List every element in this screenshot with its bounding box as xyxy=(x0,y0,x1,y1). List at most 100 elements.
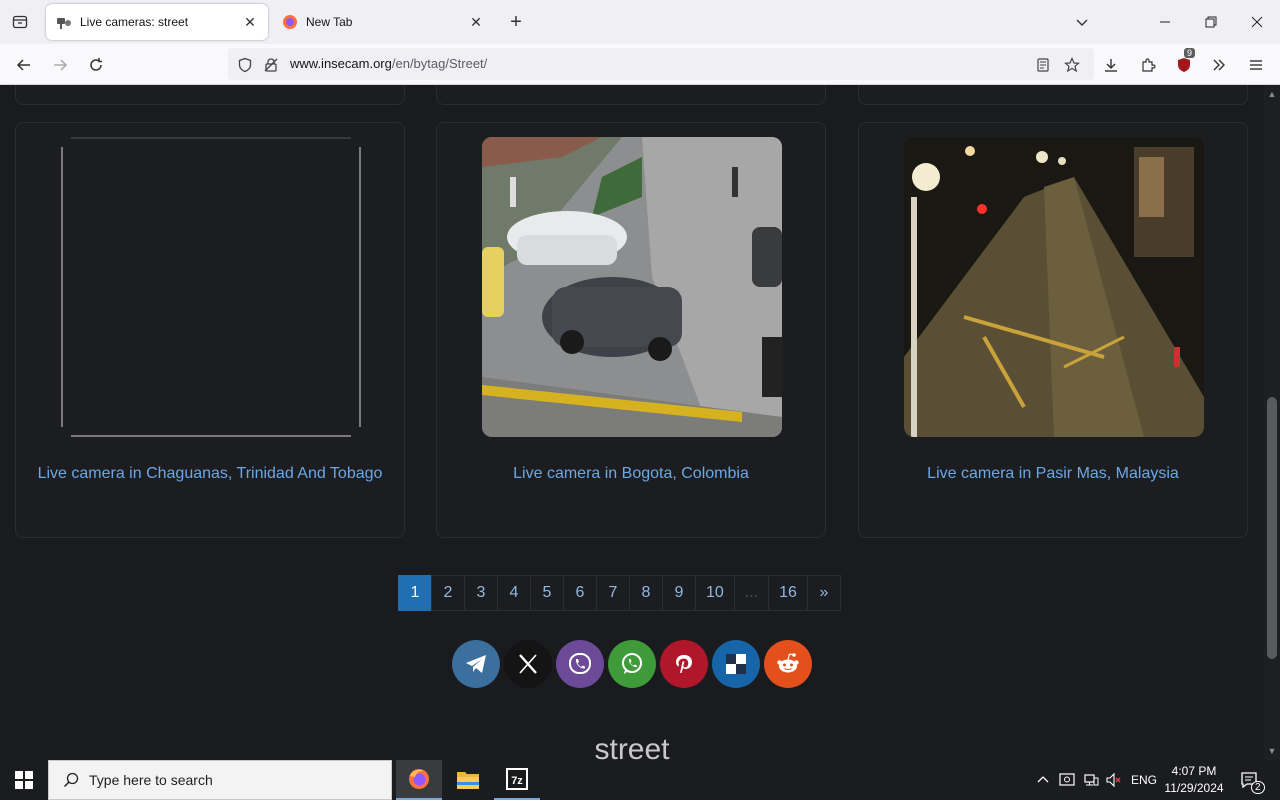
taskbar-clock[interactable]: 4:07 PM 11/29/2024 xyxy=(1160,763,1228,797)
page-link-2[interactable]: 2 xyxy=(431,575,465,611)
page-link-5[interactable]: 5 xyxy=(530,575,564,611)
camera-thumbnail-street-night[interactable] xyxy=(904,137,1204,437)
scroll-up-arrow-icon[interactable]: ▲ xyxy=(1267,89,1277,99)
camera-favicon-icon xyxy=(57,18,71,29)
restore-icon xyxy=(1205,16,1217,28)
close-tab-icon[interactable]: ✕ xyxy=(242,14,258,30)
reload-icon xyxy=(90,58,102,71)
page-ellipsis: ... xyxy=(733,575,770,611)
page-link-16[interactable]: 16 xyxy=(768,575,808,611)
7zip-icon: 7z xyxy=(506,768,528,790)
url-path: /en/bytag/Street/ xyxy=(391,56,488,71)
camera-card[interactable]: Live camera in Bogota, Colombia xyxy=(436,122,826,538)
url-text[interactable]: www.insecam.org/en/bytag/Street/ xyxy=(290,56,487,71)
clock-date: 11/29/2024 xyxy=(1164,781,1224,795)
camera-card[interactable]: Live camera in Pasir Mas, Malaysia xyxy=(858,122,1248,538)
taskbar-firefox[interactable] xyxy=(396,760,442,800)
list-all-tabs-button[interactable] xyxy=(1067,10,1097,34)
insecure-lock-icon[interactable] xyxy=(262,56,280,74)
close-window-button[interactable] xyxy=(1242,10,1272,34)
camera-title-link[interactable]: Live camera in Pasir Mas, Malaysia xyxy=(859,465,1247,483)
chevron-down-icon xyxy=(1076,19,1088,26)
viber-share-button[interactable] xyxy=(556,640,604,688)
page-link-6[interactable]: 6 xyxy=(563,575,597,611)
show-hidden-icons-button[interactable] xyxy=(1033,760,1053,800)
telegram-share-button[interactable] xyxy=(452,640,500,688)
folder-icon xyxy=(457,772,479,789)
close-icon xyxy=(1251,16,1263,28)
more-tools-button[interactable] xyxy=(1206,52,1232,78)
pinterest-icon xyxy=(676,655,692,673)
next-page-link[interactable]: » xyxy=(806,575,841,611)
double-chevron-right-icon xyxy=(1213,59,1225,71)
delicious-share-button[interactable] xyxy=(712,640,760,688)
camera-title-link[interactable]: Live camera in Chaguanas, Trinidad And T… xyxy=(16,465,404,483)
clock-time: 4:07 PM xyxy=(1171,764,1217,778)
share-buttons xyxy=(452,640,812,688)
forward-button[interactable] xyxy=(47,52,73,78)
tray-network-icon[interactable] xyxy=(1080,760,1102,800)
tray-security-icon[interactable] xyxy=(1056,760,1078,800)
reddit-share-button[interactable] xyxy=(764,640,812,688)
reader-view-icon[interactable] xyxy=(1034,56,1052,74)
restore-button[interactable] xyxy=(1196,10,1226,34)
page-link-8[interactable]: 8 xyxy=(629,575,663,611)
forward-arrow-icon xyxy=(54,59,68,71)
tab-live-cameras[interactable]: Live cameras: street ✕ xyxy=(46,4,268,40)
minimize-icon xyxy=(1160,21,1170,23)
input-language[interactable]: ENG xyxy=(1128,760,1160,800)
windows-taskbar: Type here to search 7z ENG 4:07 PM 11/29… xyxy=(0,760,1280,800)
start-button[interactable] xyxy=(0,760,48,800)
svg-text:7z: 7z xyxy=(511,775,523,787)
delicious-icon xyxy=(726,654,746,674)
shield-icon[interactable] xyxy=(236,56,254,74)
downloads-button[interactable] xyxy=(1098,52,1124,78)
taskbar-file-explorer[interactable] xyxy=(445,760,491,800)
page-link-7[interactable]: 7 xyxy=(596,575,630,611)
page-link-9[interactable]: 9 xyxy=(662,575,696,611)
tab-list-button[interactable] xyxy=(6,10,34,34)
tab-list-icon xyxy=(12,15,28,29)
page-link-10[interactable]: 10 xyxy=(695,575,735,611)
page-link-1[interactable]: 1 xyxy=(398,575,432,611)
camera-card-partial[interactable] xyxy=(15,85,405,105)
tab-bar: Live cameras: street ✕ New Tab ✕ + xyxy=(0,0,1280,44)
extensions-button[interactable] xyxy=(1135,52,1161,78)
bookmark-star-icon[interactable] xyxy=(1063,56,1081,74)
address-bar[interactable]: www.insecam.org/en/bytag/Street/ xyxy=(228,48,1094,80)
x-share-button[interactable] xyxy=(504,640,552,688)
tag-heading: street xyxy=(594,733,670,760)
puzzle-icon xyxy=(1142,58,1156,72)
taskbar-search-box[interactable]: Type here to search xyxy=(48,760,392,800)
page-link-4[interactable]: 4 xyxy=(497,575,531,611)
download-icon xyxy=(1105,59,1117,72)
page-link-3[interactable]: 3 xyxy=(464,575,498,611)
close-tab-icon[interactable]: ✕ xyxy=(468,14,484,30)
extension-badge: 9 xyxy=(1184,48,1196,58)
notification-center-button[interactable]: 2 xyxy=(1234,760,1265,800)
tab-label: New Tab xyxy=(306,15,353,29)
reload-button[interactable] xyxy=(83,52,109,78)
camera-card-partial[interactable] xyxy=(436,85,826,105)
pinterest-share-button[interactable] xyxy=(660,640,708,688)
scrollbar-thumb[interactable] xyxy=(1267,397,1277,659)
taskbar-7zip[interactable]: 7z xyxy=(494,760,540,800)
back-button[interactable] xyxy=(11,52,37,78)
camera-thumbnail-empty[interactable] xyxy=(61,137,361,437)
ublock-extension-button[interactable]: 9 xyxy=(1171,48,1197,78)
camera-thumbnail-street-day[interactable] xyxy=(482,137,782,437)
camera-card[interactable]: Live camera in Chaguanas, Trinidad And T… xyxy=(15,122,405,538)
minimize-button[interactable] xyxy=(1150,10,1180,34)
tab-new-tab[interactable]: New Tab ✕ xyxy=(272,4,494,40)
camera-card-partial[interactable] xyxy=(858,85,1248,105)
windows-logo-icon xyxy=(15,771,33,789)
whatsapp-share-button[interactable] xyxy=(608,640,656,688)
volume-muted-icon xyxy=(1106,772,1121,788)
scroll-down-arrow-icon[interactable]: ▼ xyxy=(1267,746,1277,756)
tray-volume-icon[interactable] xyxy=(1103,760,1125,800)
page-scrollbar[interactable]: ▲ ▼ xyxy=(1264,85,1280,760)
new-tab-button[interactable]: + xyxy=(504,10,528,34)
camera-title-link[interactable]: Live camera in Bogota, Colombia xyxy=(437,465,825,483)
app-menu-button[interactable] xyxy=(1243,52,1269,78)
reddit-alien-icon xyxy=(777,653,799,673)
